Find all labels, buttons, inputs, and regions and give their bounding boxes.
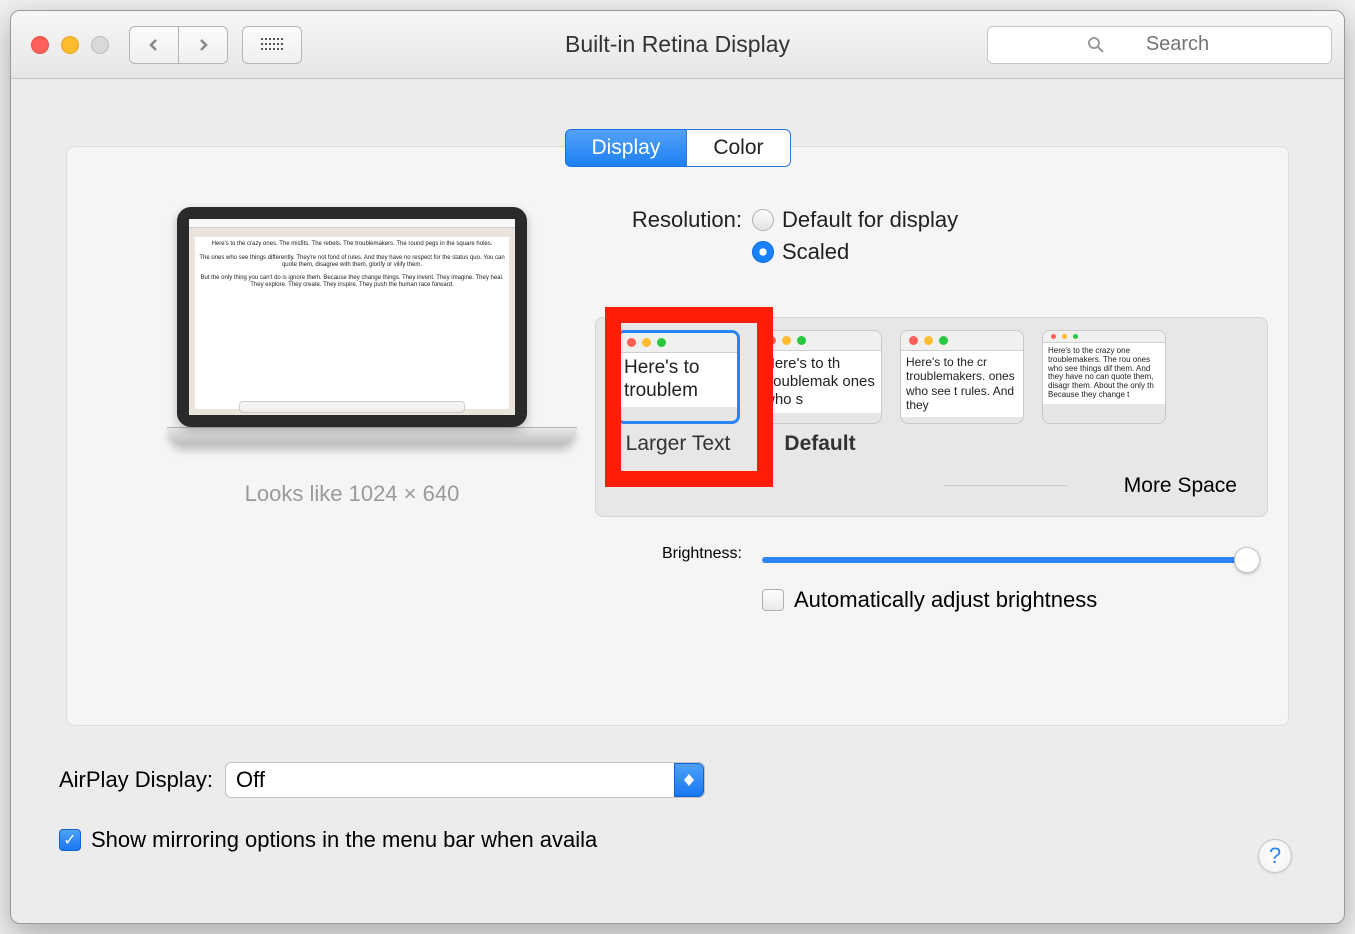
airplay-label: AirPlay Display: <box>59 767 213 793</box>
scaled-option-4[interactable]: Here's to the crazy one troublemakers. T… <box>1042 330 1166 424</box>
mirroring-checkbox[interactable]: ✓ <box>59 829 81 851</box>
resolution-scaled-radio[interactable]: Scaled <box>752 239 958 265</box>
radio-label: Default for display <box>782 207 958 233</box>
tab-display[interactable]: Display <box>564 129 687 167</box>
display-panel: Here's to the crazy ones. The misfits. T… <box>66 146 1289 726</box>
resolution-default-radio[interactable]: Default for display <box>752 207 958 233</box>
auto-brightness-row[interactable]: Automatically adjust brightness <box>762 587 1097 613</box>
radio-icon <box>752 209 774 231</box>
display-preview: Here's to the crazy ones. The misfits. T… <box>167 207 537 507</box>
thumb-label-default: Default <box>784 432 855 456</box>
laptop-screen: Here's to the crazy ones. The misfits. T… <box>189 219 515 415</box>
scaled-option-3[interactable]: Here's to the cr troublemakers. ones who… <box>900 330 1024 424</box>
grid-icon <box>261 38 283 52</box>
looks-like-label: Looks like 1024 × 640 <box>167 481 537 507</box>
forward-button[interactable] <box>178 26 228 64</box>
search-field-wrap <box>987 26 1332 64</box>
radio-label: Scaled <box>782 239 849 265</box>
zoom-button[interactable] <box>91 36 109 54</box>
select-stepper-icon <box>674 763 704 797</box>
tab-group: Display Color <box>564 129 790 167</box>
tab-color[interactable]: Color <box>686 129 790 167</box>
nav-group <box>129 26 228 64</box>
chevron-left-icon <box>147 38 161 52</box>
thumb-label-more-space: More Space <box>1124 474 1237 498</box>
help-icon: ? <box>1269 843 1281 869</box>
brightness-slider[interactable] <box>762 557 1258 563</box>
preferences-window: Built-in Retina Display Display Color He… <box>10 10 1345 924</box>
show-all-button[interactable] <box>242 26 302 64</box>
brightness-row: Brightness: <box>587 545 1278 563</box>
annotation-highlight <box>605 307 773 487</box>
mirroring-row[interactable]: ✓ Show mirroring options in the menu bar… <box>59 827 597 853</box>
airplay-value: Off <box>236 767 265 793</box>
chevron-right-icon <box>196 38 210 52</box>
laptop-base <box>167 427 577 445</box>
scaled-option-2[interactable]: Here's to th troublemak ones who s Defau… <box>758 330 882 456</box>
slider-thumb[interactable] <box>1234 547 1260 573</box>
separator-line <box>944 485 1067 486</box>
back-button[interactable] <box>129 26 179 64</box>
airplay-select[interactable]: Off <box>225 762 705 798</box>
minimize-button[interactable] <box>61 36 79 54</box>
brightness-label: Brightness: <box>587 545 752 563</box>
airplay-row: AirPlay Display: Off <box>59 762 705 798</box>
close-button[interactable] <box>31 36 49 54</box>
titlebar: Built-in Retina Display <box>11 11 1344 79</box>
search-input[interactable] <box>987 26 1332 64</box>
search-icon <box>1087 36 1105 54</box>
scaled-resolution-group: Here's to troublem Larger Text Here's to… <box>595 317 1268 517</box>
auto-brightness-checkbox[interactable] <box>762 589 784 611</box>
radio-icon <box>752 241 774 263</box>
auto-brightness-label: Automatically adjust brightness <box>794 587 1097 613</box>
laptop-body: Here's to the crazy ones. The misfits. T… <box>177 207 527 427</box>
traffic-lights <box>31 36 109 54</box>
help-button[interactable]: ? <box>1258 839 1292 873</box>
resolution-label: Resolution: <box>587 207 752 265</box>
resolution-controls: Resolution: Default for display Scaled <box>587 207 1278 273</box>
mirroring-label: Show mirroring options in the menu bar w… <box>91 827 597 853</box>
